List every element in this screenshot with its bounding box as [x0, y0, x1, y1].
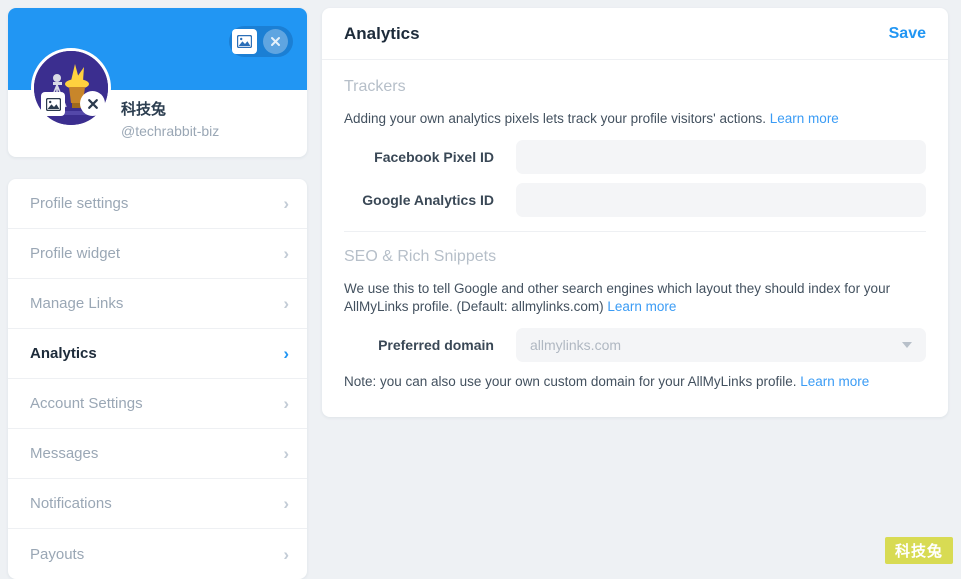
- custom-domain-note-text: Note: you can also use your own custom d…: [344, 374, 797, 389]
- save-button[interactable]: Save: [889, 25, 926, 43]
- sidebar-item-profile-settings[interactable]: Profile settings ›: [8, 179, 307, 229]
- trackers-description-text: Adding your own analytics pixels lets tr…: [344, 111, 767, 126]
- section-divider: [344, 231, 926, 232]
- sidebar-item-label: Notifications: [30, 495, 112, 512]
- trackers-learn-more-link[interactable]: Learn more: [770, 111, 839, 126]
- watermark-badge: 科技兔: [884, 537, 953, 564]
- sidebar-item-label: Payouts: [30, 545, 85, 563]
- google-analytics-input[interactable]: [516, 183, 926, 217]
- chevron-right-icon: ›: [283, 194, 289, 213]
- profile-card: 科技兔 @techrabbit-biz: [8, 8, 307, 157]
- preferred-domain-select[interactable]: allmylinks.com: [516, 328, 926, 362]
- page-title: Analytics: [344, 23, 420, 43]
- image-icon: [45, 97, 61, 111]
- seo-description: We use this to tell Google and other sea…: [344, 280, 906, 316]
- chevron-right-icon: ›: [283, 444, 289, 463]
- sidebar-column: 科技兔 @techrabbit-biz Profile settings › P…: [8, 8, 307, 579]
- panel-header: Analytics Save: [322, 8, 948, 60]
- sidebar-item-label: Profile widget: [30, 245, 121, 262]
- sidebar-item-label: Account Settings: [30, 395, 143, 412]
- sidebar-item-profile-widget[interactable]: Profile widget ›: [8, 229, 307, 279]
- banner-actions-pill: [229, 26, 293, 57]
- preferred-domain-label: Preferred domain: [378, 337, 494, 353]
- banner-image-upload-button[interactable]: [232, 29, 257, 54]
- sidebar-item-label: Manage Links: [30, 295, 124, 312]
- sidebar-item-payouts[interactable]: Payouts ›: [8, 529, 307, 579]
- chevron-right-icon: ›: [283, 244, 289, 263]
- facebook-pixel-input[interactable]: [516, 140, 926, 174]
- avatar-wrapper: [31, 48, 111, 128]
- chevron-right-icon: ›: [283, 394, 289, 413]
- google-analytics-row: Google Analytics ID: [344, 183, 926, 217]
- sidebar-item-label: Messages: [30, 445, 99, 462]
- sidebar-item-notifications[interactable]: Notifications ›: [8, 479, 307, 529]
- sidebar-menu: Profile settings › Profile widget › Mana…: [8, 179, 307, 579]
- preferred-domain-row: Preferred domain allmylinks.com: [344, 328, 926, 362]
- chevron-right-icon: ›: [283, 544, 289, 564]
- facebook-pixel-row: Facebook Pixel ID: [344, 140, 926, 174]
- google-analytics-label: Google Analytics ID: [362, 192, 494, 208]
- close-circle-icon: [87, 98, 98, 109]
- seo-heading: SEO & Rich Snippets: [344, 248, 497, 265]
- sidebar-item-label: Profile settings: [30, 195, 129, 212]
- chevron-right-icon: ›: [283, 344, 289, 363]
- custom-domain-learn-more-link[interactable]: Learn more: [800, 374, 869, 389]
- facebook-pixel-label: Facebook Pixel ID: [374, 149, 494, 165]
- seo-learn-more-link[interactable]: Learn more: [607, 299, 676, 314]
- profile-handle: @techrabbit-biz: [121, 123, 220, 139]
- avatar-remove-button[interactable]: [80, 91, 105, 116]
- sidebar-item-messages[interactable]: Messages ›: [8, 429, 307, 479]
- image-icon: [237, 35, 252, 48]
- chevron-right-icon: ›: [283, 494, 289, 513]
- avatar: [31, 48, 111, 128]
- sidebar-item-label: Analytics: [30, 345, 97, 362]
- sidebar-item-analytics[interactable]: Analytics ›: [8, 329, 307, 379]
- chevron-right-icon: ›: [283, 294, 289, 313]
- profile-display-name: 科技兔: [121, 101, 167, 118]
- sidebar-item-manage-links[interactable]: Manage Links ›: [8, 279, 307, 329]
- close-circle-icon: [271, 37, 280, 46]
- analytics-panel: Analytics Save Trackers Adding your own …: [322, 8, 948, 417]
- preferred-domain-value: allmylinks.com: [530, 337, 622, 353]
- profile-body: 科技兔 @techrabbit-biz: [8, 48, 307, 157]
- preferred-domain-select-wrapper: allmylinks.com: [516, 328, 926, 362]
- panel-body: Trackers Adding your own analytics pixel…: [322, 60, 948, 417]
- sidebar-item-account-settings[interactable]: Account Settings ›: [8, 379, 307, 429]
- banner-remove-button[interactable]: [263, 29, 288, 54]
- avatar-image-upload-button[interactable]: [41, 92, 65, 116]
- trackers-heading: Trackers: [344, 78, 406, 95]
- trackers-description: Adding your own analytics pixels lets tr…: [344, 110, 906, 128]
- custom-domain-note: Note: you can also use your own custom d…: [344, 374, 926, 389]
